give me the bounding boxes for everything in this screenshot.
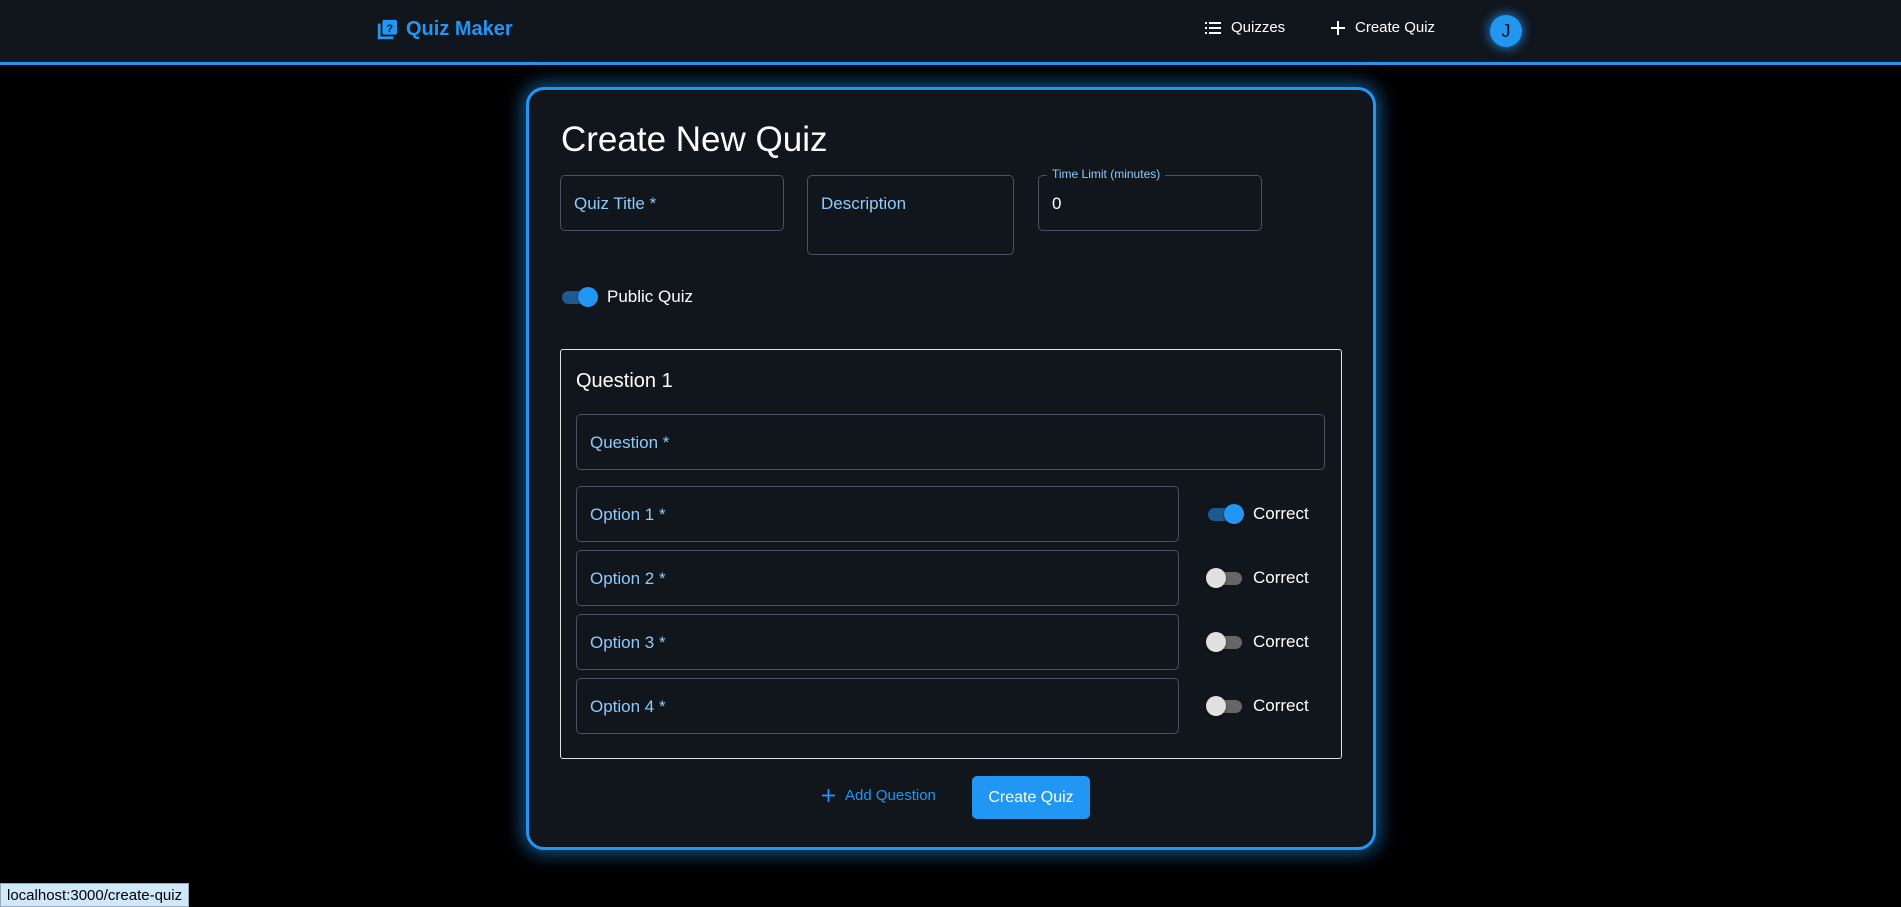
option-3-correct-toggle[interactable] [1206,631,1244,653]
question-heading: Question 1 [576,370,673,392]
list-icon [1205,21,1221,34]
time-limit-field[interactable]: Time Limit (minutes) 0 [1038,167,1262,231]
svg-text:?: ? [386,22,393,34]
create-quiz-card: Create New Quiz Quiz Title * Description… [526,87,1376,850]
plus-icon [822,789,835,802]
description-field[interactable]: Description [807,175,1014,255]
plus-icon [1331,20,1345,35]
toggle-thumb [1206,696,1226,716]
option-1-input[interactable]: Option 1 * [576,486,1179,542]
create-quiz-button[interactable]: Create Quiz [972,776,1090,819]
add-question-label: Add Question [845,787,936,804]
quiz-book-icon: ? [377,19,398,39]
option-2-correct-label: Correct [1253,568,1309,587]
toggle-thumb [1206,632,1226,652]
status-bar-url: localhost:3000/create-quiz [0,883,190,907]
question-card: Question 1 Question * Option 1 * Correct… [560,349,1342,759]
question-label: Question * [590,433,670,452]
toggle-thumb [1206,568,1226,588]
time-limit-label: Time Limit (minutes) [1047,167,1166,181]
avatar[interactable]: J [1490,15,1522,47]
option-4-correct-toggle[interactable] [1206,695,1244,717]
option-4-correct-label: Correct [1253,696,1309,715]
option-2-correct-toggle[interactable] [1206,567,1244,589]
option-4-label: Option 4 * [590,697,666,716]
brand-label: Quiz Maker [406,18,513,40]
nav-quizzes-label: Quizzes [1231,19,1286,36]
option-3-input[interactable]: Option 3 * [576,614,1179,670]
time-limit-value: 0 [1052,194,1062,213]
quiz-title-label: Quiz Title * [574,194,657,213]
question-input[interactable]: Question * [576,414,1325,470]
add-question-button[interactable]: Add Question [822,787,936,804]
option-3-correct-label: Correct [1253,632,1309,651]
nav-quizzes[interactable]: Quizzes [1205,19,1285,36]
nav-create-quiz[interactable]: Create Quiz [1331,19,1435,36]
nav-create-label: Create Quiz [1355,19,1436,36]
page-title: Create New Quiz [561,120,828,159]
brand-link[interactable]: ? Quiz Maker [376,18,513,41]
quiz-title-field[interactable]: Quiz Title * [560,175,784,231]
option-4-input[interactable]: Option 4 * [576,678,1179,734]
public-quiz-toggle[interactable] [560,286,598,308]
option-2-label: Option 2 * [590,569,666,588]
app-header: ? Quiz Maker Quizzes Create Quiz J [0,0,1901,65]
option-3-label: Option 3 * [590,633,666,652]
toggle-thumb [578,287,598,307]
description-label: Description [821,194,907,213]
public-quiz-label: Public Quiz [607,287,693,306]
option-1-label: Option 1 * [590,505,666,524]
option-1-correct-toggle[interactable] [1206,503,1244,525]
option-2-input[interactable]: Option 2 * [576,550,1179,606]
option-1-correct-label: Correct [1253,504,1309,523]
toggle-thumb [1224,504,1244,524]
